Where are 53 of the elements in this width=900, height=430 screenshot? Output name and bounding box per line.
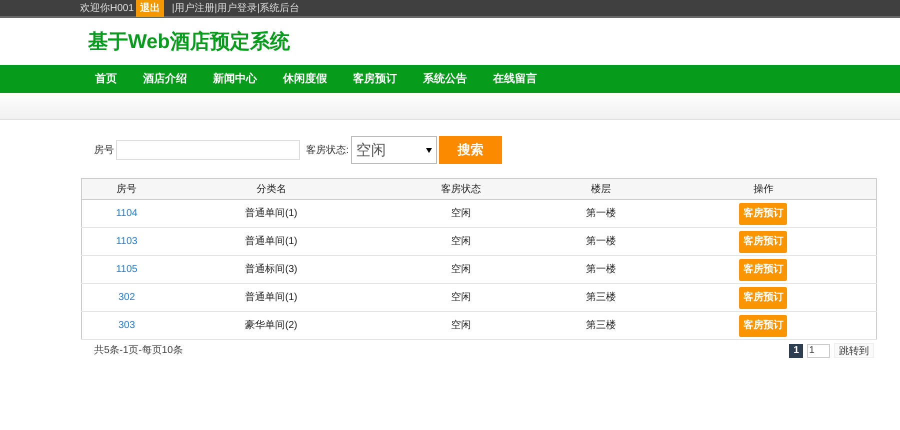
room-number-link[interactable]: 303 [118,320,136,331]
status-cell: 空闲 [451,292,471,303]
page-number-field[interactable]: 1 [807,344,830,358]
room-number-field[interactable] [116,140,300,160]
top-link[interactable]: |系统后台 [257,0,300,16]
status-cell: 空闲 [451,320,471,331]
site-title: 基于Web酒店预定系统 [88,30,290,54]
nav-link[interactable]: 首页 [85,70,127,88]
category-cell: 普通标间(3) [245,264,298,275]
status-cell: 空闲 [451,208,471,219]
dropdown-caret-icon [426,148,432,152]
book-room-button[interactable]: 客房预订 [739,230,788,252]
nav-link[interactable]: 客房预订 [343,70,407,88]
floor-cell: 第三楼 [586,320,616,331]
status-cell: 空闲 [451,236,471,247]
nav-link[interactable]: 酒店介绍 [133,70,197,88]
book-room-button[interactable]: 客房预订 [739,314,788,336]
room-status-label: 客房状态: [306,144,349,158]
room-number-label: 房号 [94,144,114,158]
top-link[interactable]: |用户注册 [172,0,215,16]
book-room-button[interactable]: 客房预订 [739,286,788,308]
floor-cell: 第一楼 [586,264,616,275]
room-number-link[interactable]: 1104 [116,208,138,219]
floor-cell: 第一楼 [586,236,616,247]
column-header: 房号 [82,178,172,200]
book-room-button[interactable]: 客房预订 [739,202,788,224]
pagination-summary: 共5条-1页-每页10条 [94,344,183,358]
floor-cell: 第一楼 [586,208,616,219]
column-header: 分类名 [171,178,372,200]
column-header: 楼层 [550,178,651,200]
logout-button[interactable]: 退出 [136,0,164,17]
page-link[interactable]: 1 [789,344,803,358]
welcome-text: 欢迎你H001 [80,2,134,16]
top-link[interactable]: |用户登录 [214,0,258,16]
room-number-link[interactable]: 302 [118,292,136,303]
column-header: 客房状态 [371,178,551,200]
jump-button[interactable]: 跳转到 [834,343,874,358]
column-header: 操作 [650,178,876,200]
nav-link[interactable]: 休闲度假 [273,70,337,88]
nav-link[interactable]: 在线留言 [483,70,547,88]
category-cell: 普通单间(1) [245,292,298,303]
category-cell: 普通单间(1) [245,236,298,247]
nav-link[interactable]: 新闻中心 [203,70,267,88]
room-number-link[interactable]: 1103 [116,236,138,247]
floor-cell: 第三楼 [586,292,616,303]
category-cell: 豪华单间(2) [245,320,298,331]
book-room-button[interactable]: 客房预订 [739,258,788,280]
search-button[interactable]: 搜索 [438,136,502,164]
room-number-link[interactable]: 1105 [116,264,138,275]
category-cell: 普通单间(1) [245,208,298,219]
status-cell: 空闲 [451,264,471,275]
room-status-select[interactable]: 空闲 [350,136,437,164]
nav-link[interactable]: 系统公告 [413,70,477,88]
